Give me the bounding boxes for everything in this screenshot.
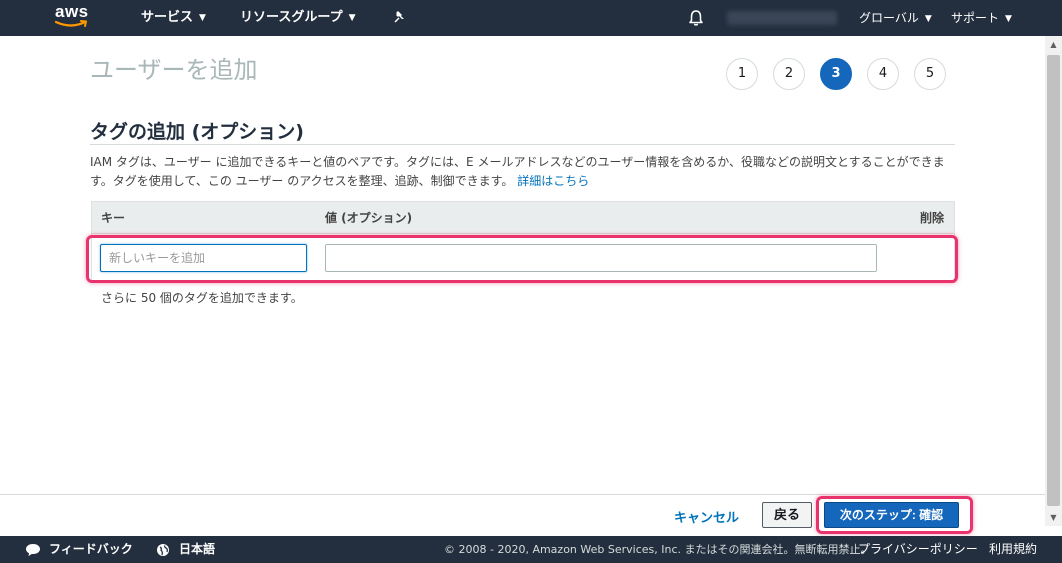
step-3-active[interactable]: 3 <box>820 58 852 90</box>
scroll-thumb[interactable] <box>1047 55 1060 506</box>
table-header: キー 値 (オプション) 削除 <box>92 202 954 234</box>
chevron-down-icon: ▼ <box>199 13 206 23</box>
step-4[interactable]: 4 <box>867 58 899 90</box>
terms-link[interactable]: 利用規約 <box>989 536 1037 563</box>
aws-logo-text: aws <box>55 2 89 21</box>
back-button[interactable]: 戻る <box>762 502 812 528</box>
step-1[interactable]: 1 <box>726 58 758 90</box>
tag-row-highlight-annotation <box>86 235 958 283</box>
section-title: タグの追加 (オプション) <box>90 121 304 143</box>
aws-smile-icon <box>55 20 88 27</box>
aws-logo[interactable]: aws <box>53 2 95 32</box>
scroll-down-arrow-icon[interactable]: ▼ <box>1045 509 1062 526</box>
speech-bubble-icon <box>26 544 40 556</box>
next-button-highlight-annotation <box>816 496 973 534</box>
region-menu[interactable]: グローバル ▼ <box>859 0 932 36</box>
step-2[interactable]: 2 <box>773 58 805 90</box>
section-description: IAM タグは、ユーザー に追加できるキーと値のペアです。タグには、E メールア… <box>90 153 960 191</box>
bell-icon[interactable] <box>688 9 704 27</box>
resource-groups-label: リソースグループ <box>240 10 343 25</box>
language-selector[interactable]: 日本語 <box>179 536 215 563</box>
chevron-down-icon: ▼ <box>1005 14 1012 24</box>
section-divider <box>90 144 955 145</box>
step-5[interactable]: 5 <box>914 58 946 90</box>
pin-icon[interactable] <box>393 10 407 24</box>
page-title: ユーザーを追加 <box>90 56 258 84</box>
column-header-value: 値 (オプション) <box>325 211 413 225</box>
support-label: サポート <box>951 11 1000 25</box>
services-menu[interactable]: サービス ▼ <box>141 0 206 36</box>
region-label: グローバル <box>859 11 919 25</box>
support-menu[interactable]: サポート ▼ <box>951 0 1012 36</box>
details-link[interactable]: 詳細はこちら <box>517 174 589 188</box>
footer-bar: フィードバック 日本語 © 2008 - 2020, Amazon Web Se… <box>0 536 1062 563</box>
remaining-tags-text: さらに 50 個のタグを追加できます。 <box>101 291 303 305</box>
chevron-down-icon: ▼ <box>924 14 932 24</box>
vertical-scrollbar[interactable]: ▲ ▼ <box>1045 36 1062 526</box>
copyright-text: © 2008 - 2020, Amazon Web Services, Inc.… <box>444 543 872 556</box>
privacy-policy-link[interactable]: プライバシーポリシー <box>858 536 978 563</box>
resource-groups-menu[interactable]: リソースグループ ▼ <box>240 0 356 36</box>
scroll-up-arrow-icon[interactable]: ▲ <box>1045 36 1062 53</box>
cancel-link[interactable]: キャンセル <box>674 507 739 526</box>
top-navigation-bar: aws サービス ▼ リソースグループ ▼ グローバル ▼ サポート ▼ <box>0 0 1062 36</box>
column-header-key: キー <box>101 211 126 225</box>
feedback-link[interactable]: フィードバック <box>49 536 133 563</box>
globe-icon <box>157 544 169 556</box>
services-label: サービス <box>141 10 194 25</box>
column-header-remove: 削除 <box>920 211 945 225</box>
chevron-down-icon: ▼ <box>348 13 356 23</box>
account-name-redacted[interactable] <box>727 11 837 25</box>
